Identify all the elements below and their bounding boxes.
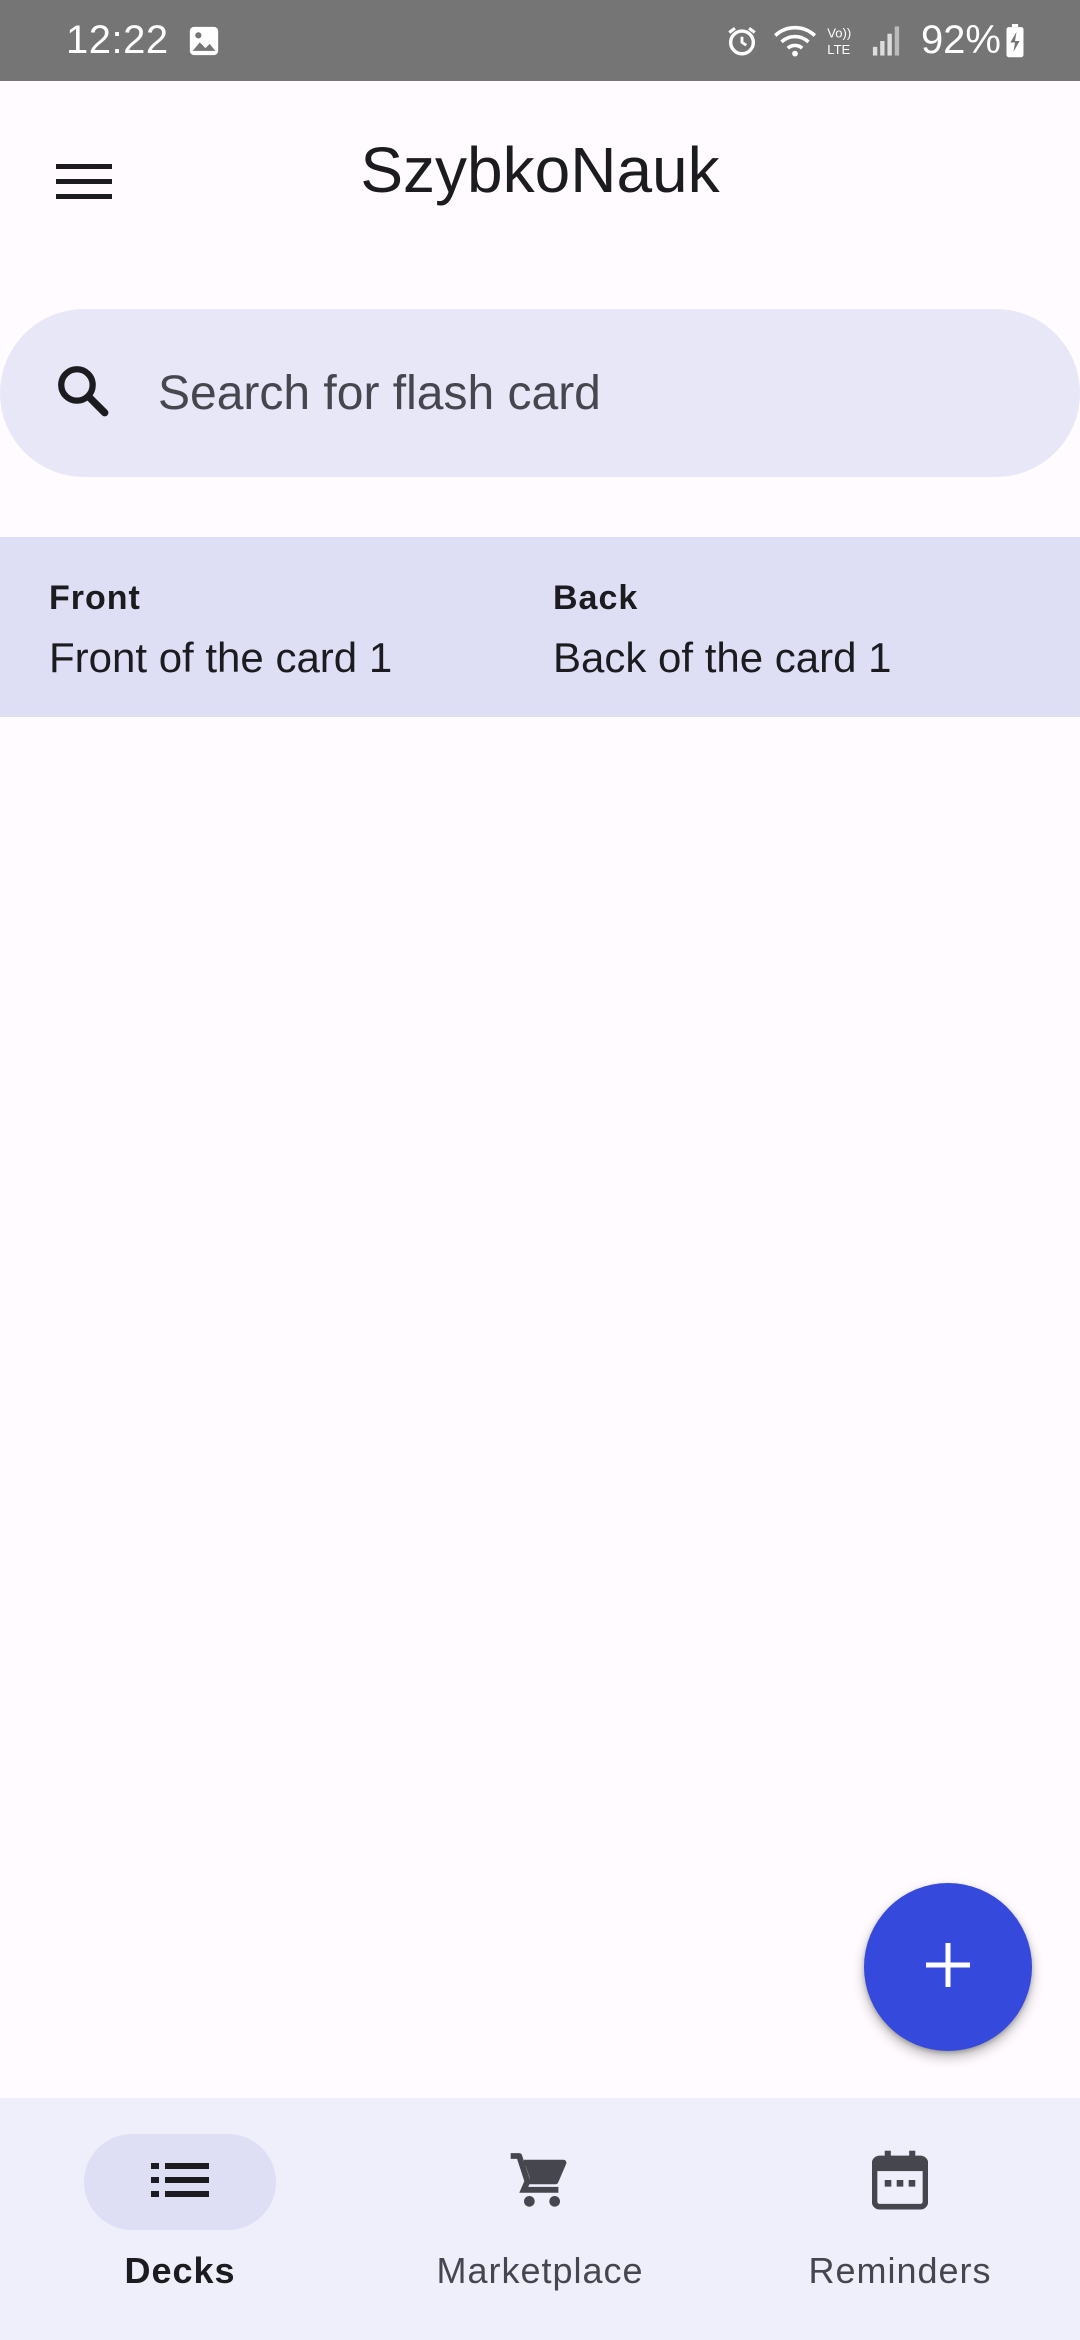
status-right: Vo)) LTE 92% (725, 18, 1025, 63)
screen: 12:22 Vo)) LTE 92% SzybkoNauk Search for… (0, 0, 1080, 2340)
search-bar[interactable] (0, 309, 1080, 477)
add-icon (924, 1941, 972, 1994)
status-left: 12:22 (66, 18, 221, 63)
volte-icon: Vo)) LTE (825, 23, 859, 59)
battery-charging-icon (1005, 23, 1025, 58)
calendar-icon (871, 2149, 929, 2216)
list-icon (151, 2160, 209, 2205)
nav-label-reminders: Reminders (808, 2250, 992, 2291)
cart-icon (508, 2148, 572, 2217)
svg-text:LTE: LTE (827, 42, 850, 57)
nav-item-reminders[interactable]: Reminders (720, 2134, 1080, 2314)
nav-label-decks: Decks (124, 2250, 236, 2291)
card-front: Front Front of the card 1 (49, 579, 392, 682)
nav-pill-reminders (804, 2134, 996, 2230)
status-time: 12:22 (66, 18, 169, 62)
signal-icon (871, 25, 901, 57)
wifi-icon (773, 23, 817, 59)
search-icon-wrap (0, 362, 166, 425)
search-icon (54, 362, 112, 425)
card-front-value: Front of the card 1 (49, 634, 393, 681)
nav-pill-decks (84, 2134, 276, 2230)
nav-item-decks[interactable]: Decks (0, 2134, 360, 2314)
status-bar: 12:22 Vo)) LTE 92% (0, 0, 1080, 81)
top-app-bar: SzybkoNauk (0, 81, 1080, 271)
alarm-icon (725, 24, 759, 58)
battery-percent: 92% (920, 18, 1001, 62)
card-front-label: Front (49, 579, 141, 617)
search-input[interactable] (158, 365, 1018, 421)
card-back-label: Back (553, 579, 639, 617)
add-card-fab[interactable] (864, 1883, 1032, 2051)
flash-card-row[interactable]: Front Front of the card 1 Back Back of t… (0, 537, 1080, 717)
image-icon (187, 24, 221, 58)
nav-pill-marketplace (444, 2134, 636, 2230)
svg-text:Vo)): Vo)) (827, 25, 851, 40)
app-title: SzybkoNauk (360, 134, 720, 206)
card-back: Back Back of the card 1 (553, 579, 892, 682)
card-back-value: Back of the card 1 (553, 634, 892, 681)
nav-item-marketplace[interactable]: Marketplace (360, 2134, 720, 2314)
bottom-navigation: Decks Marketplace Reminders (0, 2098, 1080, 2340)
nav-label-marketplace: Marketplace (436, 2250, 644, 2291)
